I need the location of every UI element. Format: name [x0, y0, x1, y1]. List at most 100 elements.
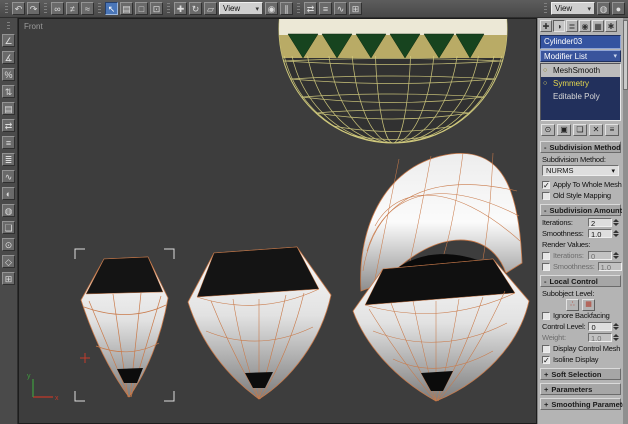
rectangular-selection-region-icon[interactable]: □: [135, 2, 148, 15]
modifier-list-dropdown[interactable]: Modifier List ▾: [540, 50, 621, 62]
spinner-arrows[interactable]: [613, 230, 619, 237]
iterations-spinner[interactable]: 2: [588, 218, 612, 227]
spinner-arrows[interactable]: [613, 252, 619, 259]
unlink-selection-icon[interactable]: ≠: [66, 2, 79, 15]
control-level-spinner[interactable]: 0: [588, 322, 612, 331]
modifier-enabled-bulb-icon[interactable]: ○: [543, 67, 550, 74]
render-smoothness-spinner[interactable]: 1.0: [598, 262, 622, 271]
render-setup-icon[interactable]: ◍: [597, 2, 610, 15]
view-dropdown-right-value: View: [555, 4, 572, 13]
spinner-arrows[interactable]: [613, 219, 619, 226]
front-viewport[interactable]: Front: [18, 18, 537, 424]
wireframe-sphere[interactable]: [279, 19, 507, 143]
use-pivot-point-center-icon[interactable]: ◉: [265, 2, 278, 15]
configure-modifier-sets-icon[interactable]: ≡: [605, 124, 619, 136]
select-and-uniform-scale-icon[interactable]: ▱: [204, 2, 217, 15]
gem-smoothed[interactable]: [188, 247, 331, 399]
pin-stack-icon[interactable]: ⊙: [541, 124, 555, 136]
edit-named-selection-sets-icon[interactable]: ▤: [2, 102, 15, 115]
tab-display[interactable]: ▦: [592, 20, 604, 32]
render-smoothness-checkbox[interactable]: [542, 263, 550, 271]
angle-snap-icon[interactable]: ∡: [2, 51, 15, 64]
render-frame-icon[interactable]: ❏: [2, 221, 15, 234]
graph-editors-icon[interactable]: ∿: [2, 170, 15, 183]
rollout-title: Subdivision Method: [550, 143, 621, 152]
toolbar-grip[interactable]: [5, 3, 8, 15]
rollout-smoothing-parameters[interactable]: + Smoothing Parameters: [540, 398, 621, 410]
spinner-arrows[interactable]: [613, 334, 619, 341]
isoline-display-checkbox[interactable]: ✓: [542, 356, 550, 364]
schematic-view-icon[interactable]: ⊞: [349, 2, 362, 15]
percent-snap-icon[interactable]: %: [2, 68, 15, 81]
select-and-manipulate-icon[interactable]: ∥: [280, 2, 293, 15]
remove-modifier-icon[interactable]: ✕: [589, 124, 603, 136]
ignore-backfacing-checkbox[interactable]: [542, 312, 550, 320]
select-by-name-icon[interactable]: ▤: [120, 2, 133, 15]
show-end-result-icon[interactable]: ▣: [557, 124, 571, 136]
toolbar-grip[interactable]: [44, 3, 47, 15]
select-and-move-icon[interactable]: ✚: [174, 2, 187, 15]
old-style-mapping-checkbox[interactable]: [542, 192, 550, 200]
gem-high-smooth[interactable]: [353, 153, 529, 401]
render-iterations-checkbox[interactable]: [542, 252, 550, 260]
modifier-stack-item-meshsmooth[interactable]: ○ MeshSmooth: [541, 64, 620, 77]
gem-lowpoly[interactable]: [75, 249, 174, 401]
tab-motion[interactable]: ◉: [579, 20, 591, 32]
select-and-rotate-icon[interactable]: ↻: [189, 2, 202, 15]
smoothness-spinner[interactable]: 1.0: [588, 229, 612, 238]
select-object-icon[interactable]: ↖: [105, 2, 118, 15]
tab-hierarchy[interactable]: ≣: [566, 20, 578, 32]
bind-to-space-warp-icon[interactable]: ≈: [81, 2, 94, 15]
quick-render-icon[interactable]: ●: [612, 2, 625, 15]
snap-toggle-icon[interactable]: ∠: [2, 34, 15, 47]
toolbar-grip[interactable]: [167, 3, 170, 15]
tab-utilities[interactable]: ✱: [605, 20, 617, 32]
mirror-icon[interactable]: ⇄: [2, 119, 15, 132]
edge-subobject-icon[interactable]: ▦: [582, 299, 595, 311]
undo-icon[interactable]: ↶: [12, 2, 25, 15]
panel-scrollbar[interactable]: [623, 18, 628, 424]
curve-editor-icon[interactable]: ∿: [334, 2, 347, 15]
panel-scrollbar-thumb[interactable]: [623, 20, 628, 90]
rollout-soft-selection[interactable]: + Soft Selection: [540, 368, 621, 380]
rollout-local-control[interactable]: - Local Control: [540, 275, 621, 287]
toolbar-grip[interactable]: [7, 22, 10, 30]
tab-modify[interactable]: ◑: [553, 20, 565, 32]
display-control-mesh-checkbox[interactable]: [542, 345, 550, 353]
select-and-link-icon[interactable]: ∞: [51, 2, 64, 15]
render-iterations-spinner[interactable]: 0: [588, 251, 612, 260]
rollout-parameters[interactable]: + Parameters: [540, 383, 621, 395]
modifier-enabled-bulb-icon[interactable]: ○: [543, 80, 550, 87]
spinner-snap-icon[interactable]: ⇅: [2, 85, 15, 98]
rollout-subdivision-method[interactable]: - Subdivision Method: [540, 141, 621, 153]
reference-coordinate-dropdown[interactable]: View ▾: [219, 2, 263, 15]
render-setup-icon[interactable]: ◍: [2, 204, 15, 217]
make-unique-icon[interactable]: ❏: [573, 124, 587, 136]
control-level-label: Control Level:: [542, 322, 585, 331]
tab-create[interactable]: ✚: [540, 20, 552, 32]
vertex-subobject-icon[interactable]: ∴: [566, 299, 579, 311]
rollout-subdivision-amount[interactable]: - Subdivision Amount: [540, 204, 621, 216]
object-name-field[interactable]: Cylinder03: [540, 35, 621, 49]
toolbar-grip[interactable]: [297, 3, 300, 15]
subdivision-method-dropdown[interactable]: NURMS ▾: [542, 165, 619, 176]
align-icon[interactable]: ≡: [2, 136, 15, 149]
helpers-icon[interactable]: ◇: [2, 255, 15, 268]
modifier-stack-item-editable-poly[interactable]: Editable Poly: [541, 90, 620, 103]
weight-spinner[interactable]: 1.0: [588, 333, 612, 342]
redo-icon[interactable]: ↷: [27, 2, 40, 15]
mirror-icon[interactable]: ⇄: [304, 2, 317, 15]
spinner-arrows[interactable]: [613, 323, 619, 330]
align-icon[interactable]: ≡: [319, 2, 332, 15]
toolbar-grip[interactable]: [98, 3, 101, 15]
grid-toggle-icon[interactable]: ⊞: [2, 272, 15, 285]
apply-to-whole-mesh-checkbox[interactable]: ✓: [542, 181, 550, 189]
toolbar-grip[interactable]: [544, 3, 547, 15]
viewport-label[interactable]: Front: [24, 22, 43, 31]
quick-render-icon[interactable]: ⊙: [2, 238, 15, 251]
view-dropdown-right[interactable]: View ▾: [551, 2, 595, 15]
window-crossing-toggle-icon[interactable]: ⊡: [150, 2, 163, 15]
layer-manager-icon[interactable]: ≣: [2, 153, 15, 166]
modifier-stack-item-symmetry[interactable]: ○ Symmetry: [541, 77, 620, 90]
material-editor-icon[interactable]: ◐: [2, 187, 15, 200]
